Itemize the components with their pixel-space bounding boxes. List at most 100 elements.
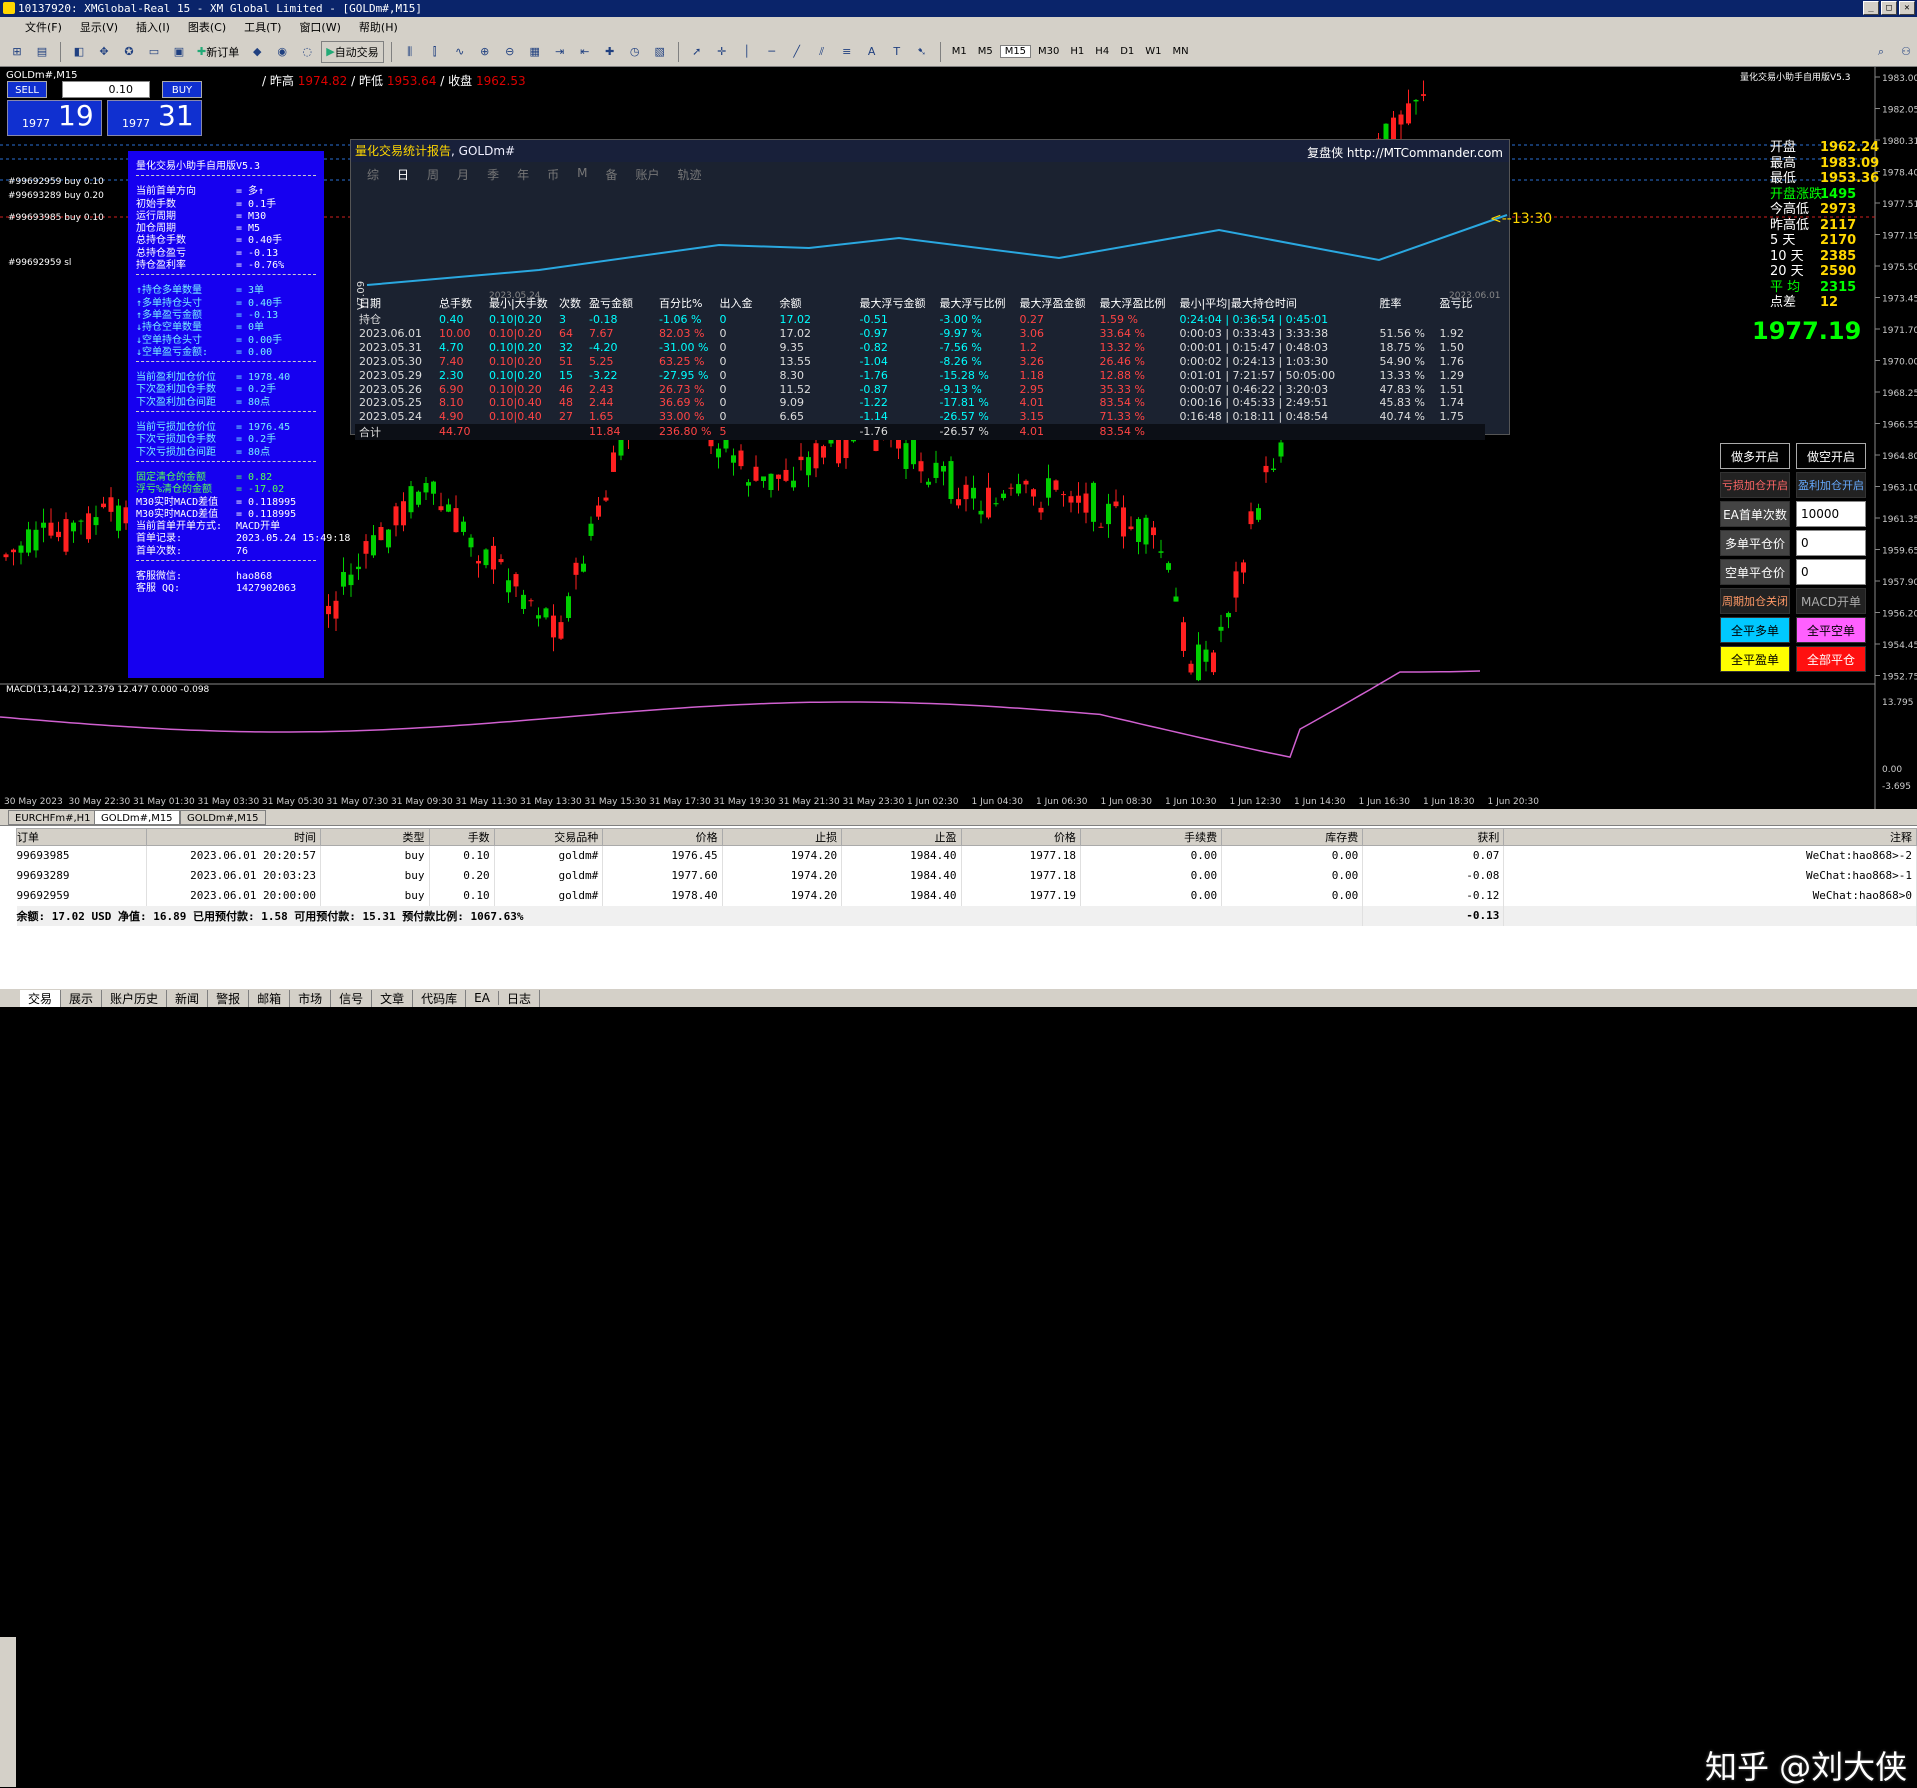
menu-insert[interactable]: 插入(I) [127,19,179,35]
orders-header-cell[interactable]: 价格 [602,828,723,846]
candlestick-icon[interactable]: ⫿ [424,41,446,63]
arrows-icon[interactable]: ➷ [911,41,933,63]
terminal-tab[interactable]: 邮箱 [249,989,291,1007]
timeframe-mn[interactable]: MN [1169,46,1193,57]
first-order-count-input[interactable]: 10000 [1796,501,1866,527]
indicators-icon[interactable]: ✚ [599,41,621,63]
orders-header-cell[interactable]: 手续费 [1079,828,1223,846]
orders-header-cell[interactable]: 交易品种 [493,828,604,846]
order-row[interactable]: 99693985 2023.06.01 20:20:57 buy 0.10 goldm#… [16,845,1917,866]
chart-tab[interactable]: EURCHFm#,H1 [8,810,98,825]
timeframe-d1[interactable]: D1 [1116,46,1138,57]
market-icon[interactable]: ◉ [271,41,293,63]
orders-header-cell[interactable]: 止盈 [841,828,962,846]
macd-open-button[interactable]: MACD开单 [1796,588,1866,614]
templates-icon[interactable]: ▧ [649,41,671,63]
new-order-button[interactable]: ✚ 新订单 [193,41,243,63]
maximize-button[interactable]: □ [1881,1,1897,15]
sell-button[interactable]: SELL [7,81,47,98]
chart-shift-icon[interactable]: ⇤ [574,41,596,63]
orders-header-cell[interactable]: 时间 [146,828,321,846]
profit-add-button[interactable]: 盈利加仓开启 [1796,472,1866,498]
auto-scroll-icon[interactable]: ⇥ [549,41,571,63]
timeframe-m15[interactable]: M15 [999,45,1032,58]
text-icon[interactable]: A [861,41,883,63]
terminal-tab[interactable]: 交易 [20,989,62,1007]
line-chart-icon[interactable]: ∿ [449,41,471,63]
menu-view[interactable]: 显示(V) [71,19,127,35]
timeframe-m5[interactable]: M5 [974,46,997,57]
terminal-tab[interactable]: 代码库 [413,989,467,1007]
crosshair-icon[interactable]: ✛ [711,41,733,63]
horizontal-line-icon[interactable]: ─ [761,41,783,63]
bar-chart-icon[interactable]: ⫼ [399,41,421,63]
metaeditor-icon[interactable]: ◆ [246,41,268,63]
trendline-icon[interactable]: ╱ [786,41,808,63]
timeframe-m30[interactable]: M30 [1034,46,1063,57]
buy-button[interactable]: BUY [162,81,202,98]
new-chart-icon[interactable]: ⊞ [6,41,28,63]
chart-tab[interactable]: GOLDm#,M15 [94,810,180,825]
menu-help[interactable]: 帮助(H) [350,19,407,35]
bid-quote[interactable]: 1977 19 [7,99,102,136]
equidistant-channel-icon[interactable]: ⫽ [811,41,833,63]
orders-header-cell[interactable]: 订单 [15,828,148,846]
tile-windows-icon[interactable]: ▦ [524,41,546,63]
orders-header-cell[interactable]: 价格 [960,828,1081,846]
terminal-tab[interactable]: 信号 [331,989,373,1007]
close-all-long-button[interactable]: 全平多单 [1720,617,1790,643]
profiles-icon[interactable]: ▤ [31,41,53,63]
orders-header-cell[interactable]: 手数 [428,828,495,846]
fibonacci-icon[interactable]: ≡ [836,41,858,63]
orders-header-cell[interactable]: 获利 [1362,828,1505,846]
signals-icon[interactable]: ◌ [296,41,318,63]
price-chart[interactable]: 1983.00 1982.05 1980.31 1978.40 1977.51 1977.… [0,67,1917,809]
terminal-tab[interactable]: 展示 [61,989,103,1007]
close-all-button[interactable]: 全部平仓 [1796,646,1866,672]
minimize-button[interactable]: _ [1863,1,1879,15]
navigator-icon[interactable]: ✪ [118,41,140,63]
timeframe-m1[interactable]: M1 [948,46,971,57]
timeframe-h1[interactable]: H1 [1066,46,1088,57]
stats-report-window[interactable]: 量化交易统计报告, GOLDm# 复盘侠 http://MTCommander.… [350,139,1510,440]
ask-quote[interactable]: 1977 31 [107,99,202,136]
periods-icon[interactable]: ◷ [624,41,646,63]
terminal-tab[interactable]: 日志 [499,989,540,1007]
terminal-tab[interactable]: 新闻 [167,989,209,1007]
timeframe-w1[interactable]: W1 [1141,46,1165,57]
orders-header-cell[interactable]: 库存费 [1221,828,1364,846]
zoom-in-icon[interactable]: ⊕ [474,41,496,63]
timeframe-h4[interactable]: H4 [1091,46,1113,57]
period-add-button[interactable]: 周期加仓关闭 [1720,588,1790,614]
orders-header-cell[interactable]: 注释 [1503,828,1917,846]
menu-window[interactable]: 窗口(W) [290,19,349,35]
close-button[interactable]: ✕ [1899,1,1915,15]
vertical-line-icon[interactable]: │ [736,41,758,63]
terminal-tab[interactable]: 账户历史 [102,989,168,1007]
menu-tools[interactable]: 工具(T) [235,19,290,35]
close-profit-button[interactable]: 全平盈单 [1720,646,1790,672]
close-all-short-button[interactable]: 全平空单 [1796,617,1866,643]
order-row[interactable]: 99693289 2023.06.01 20:03:23 buy 0.20 goldm#… [16,865,1917,886]
loss-add-button[interactable]: 亏损加仓开启 [1720,472,1790,498]
data-window-icon[interactable]: ✥ [93,41,115,63]
account-icon[interactable]: ⚇ [1895,41,1917,63]
short-close-price-input[interactable]: 0 [1796,559,1866,585]
report-brand[interactable]: 复盘侠 http://MTCommander.com [1307,144,1503,161]
long-close-price-input[interactable]: 0 [1796,530,1866,556]
cursor-icon[interactable]: ➚ [686,41,708,63]
search-icon[interactable]: ⌕ [1870,41,1892,63]
orders-header-cell[interactable]: 止损 [721,828,843,846]
long-enable-button[interactable]: 做多开启 [1720,443,1790,469]
terminal-tab[interactable]: 文章 [372,989,414,1007]
terminal-tab[interactable]: 市场 [290,989,332,1007]
market-watch-icon[interactable]: ◧ [68,41,90,63]
menu-charts[interactable]: 图表(C) [179,19,235,35]
tester-icon[interactable]: ▣ [168,41,190,63]
text-label-icon[interactable]: T [886,41,908,63]
terminal-tab[interactable]: 警报 [208,989,250,1007]
zoom-out-icon[interactable]: ⊖ [499,41,521,63]
order-row[interactable]: 99692959 2023.06.01 20:00:00 buy 0.10 goldm#… [16,885,1917,906]
lot-input[interactable]: 0.10 [62,81,150,98]
auto-trading-button[interactable]: ▶ 自动交易 [321,40,384,63]
